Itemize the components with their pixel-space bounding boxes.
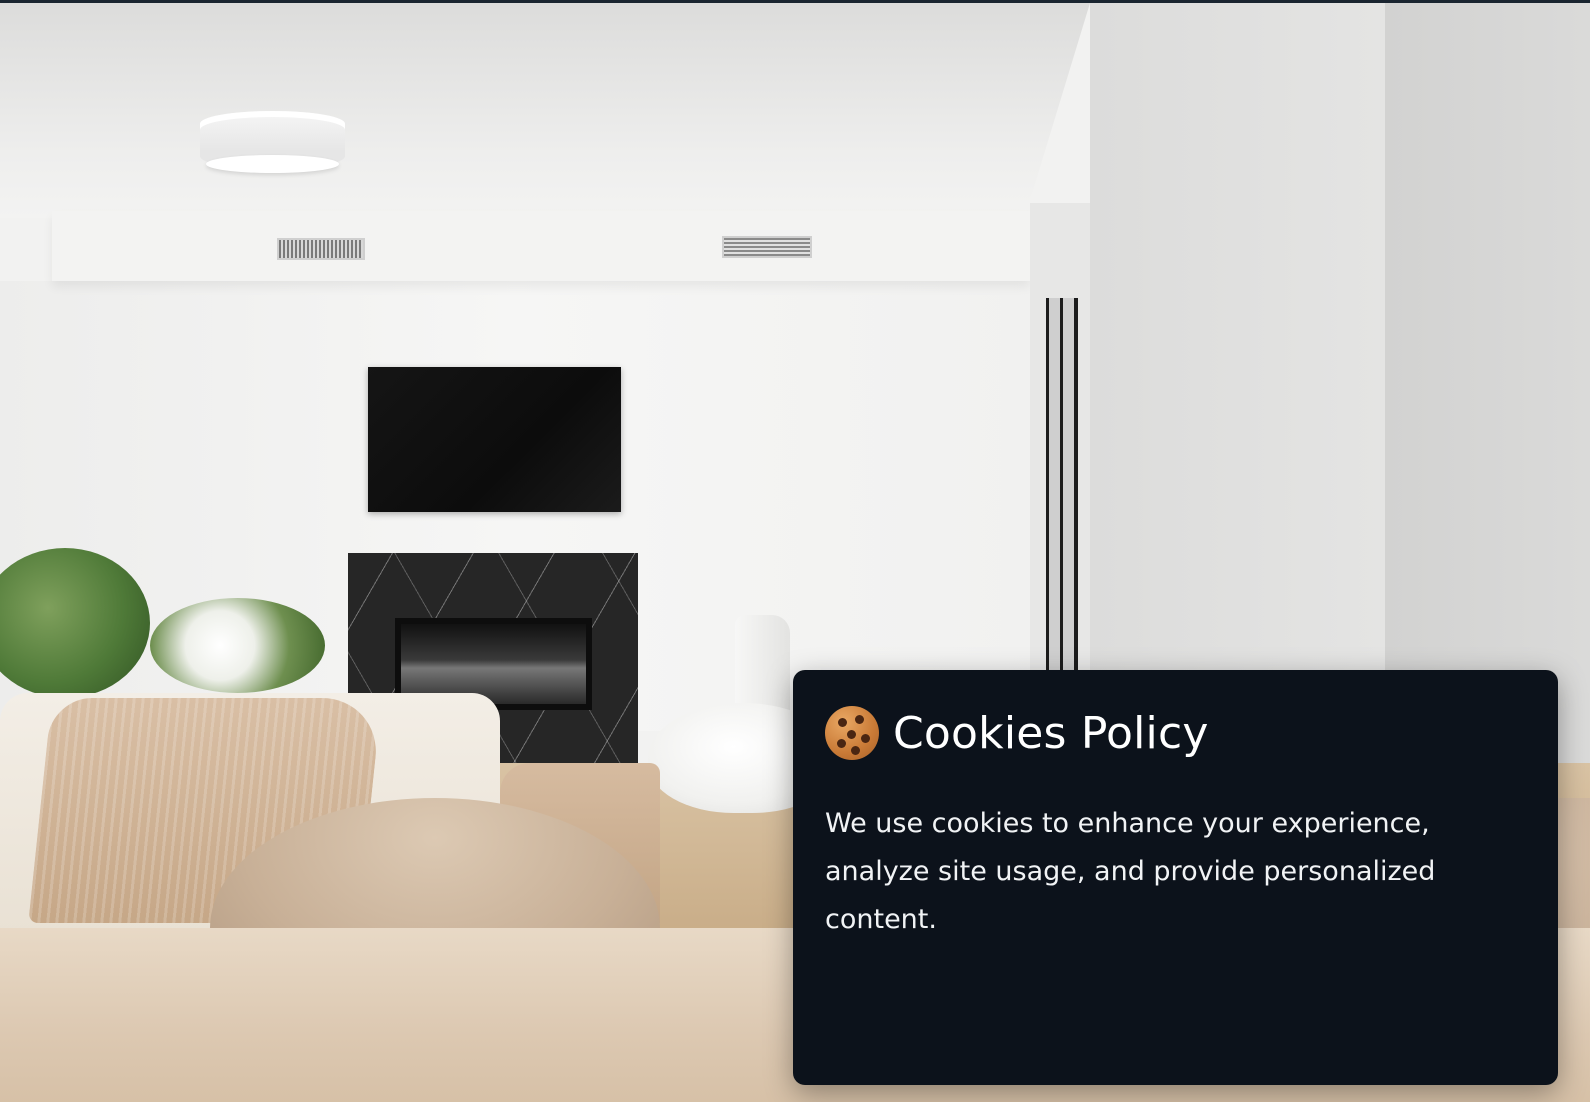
flowers [150, 598, 325, 693]
cookie-chip [851, 746, 860, 755]
air-vent [722, 236, 812, 258]
television [368, 367, 621, 512]
cookie-chip [838, 718, 847, 727]
cookie-icon [825, 706, 879, 760]
cookie-chip [855, 715, 864, 724]
cookie-banner-header: Cookies Policy [825, 706, 1526, 760]
cookie-chip [847, 730, 856, 739]
ceiling-light [200, 111, 345, 173]
page: Cookies Policy We use cookies to enhance… [0, 0, 1590, 1102]
ceiling [0, 3, 1090, 218]
soffit [52, 211, 1030, 281]
cookie-chip [861, 734, 870, 743]
air-vent [277, 238, 365, 260]
cookie-banner-message: We use cookies to enhance your experienc… [825, 808, 1436, 935]
cookie-chip [837, 739, 846, 748]
cookie-banner-title: Cookies Policy [893, 707, 1209, 759]
cookie-banner: Cookies Policy We use cookies to enhance… [793, 670, 1558, 1085]
glass-door [1046, 298, 1078, 673]
